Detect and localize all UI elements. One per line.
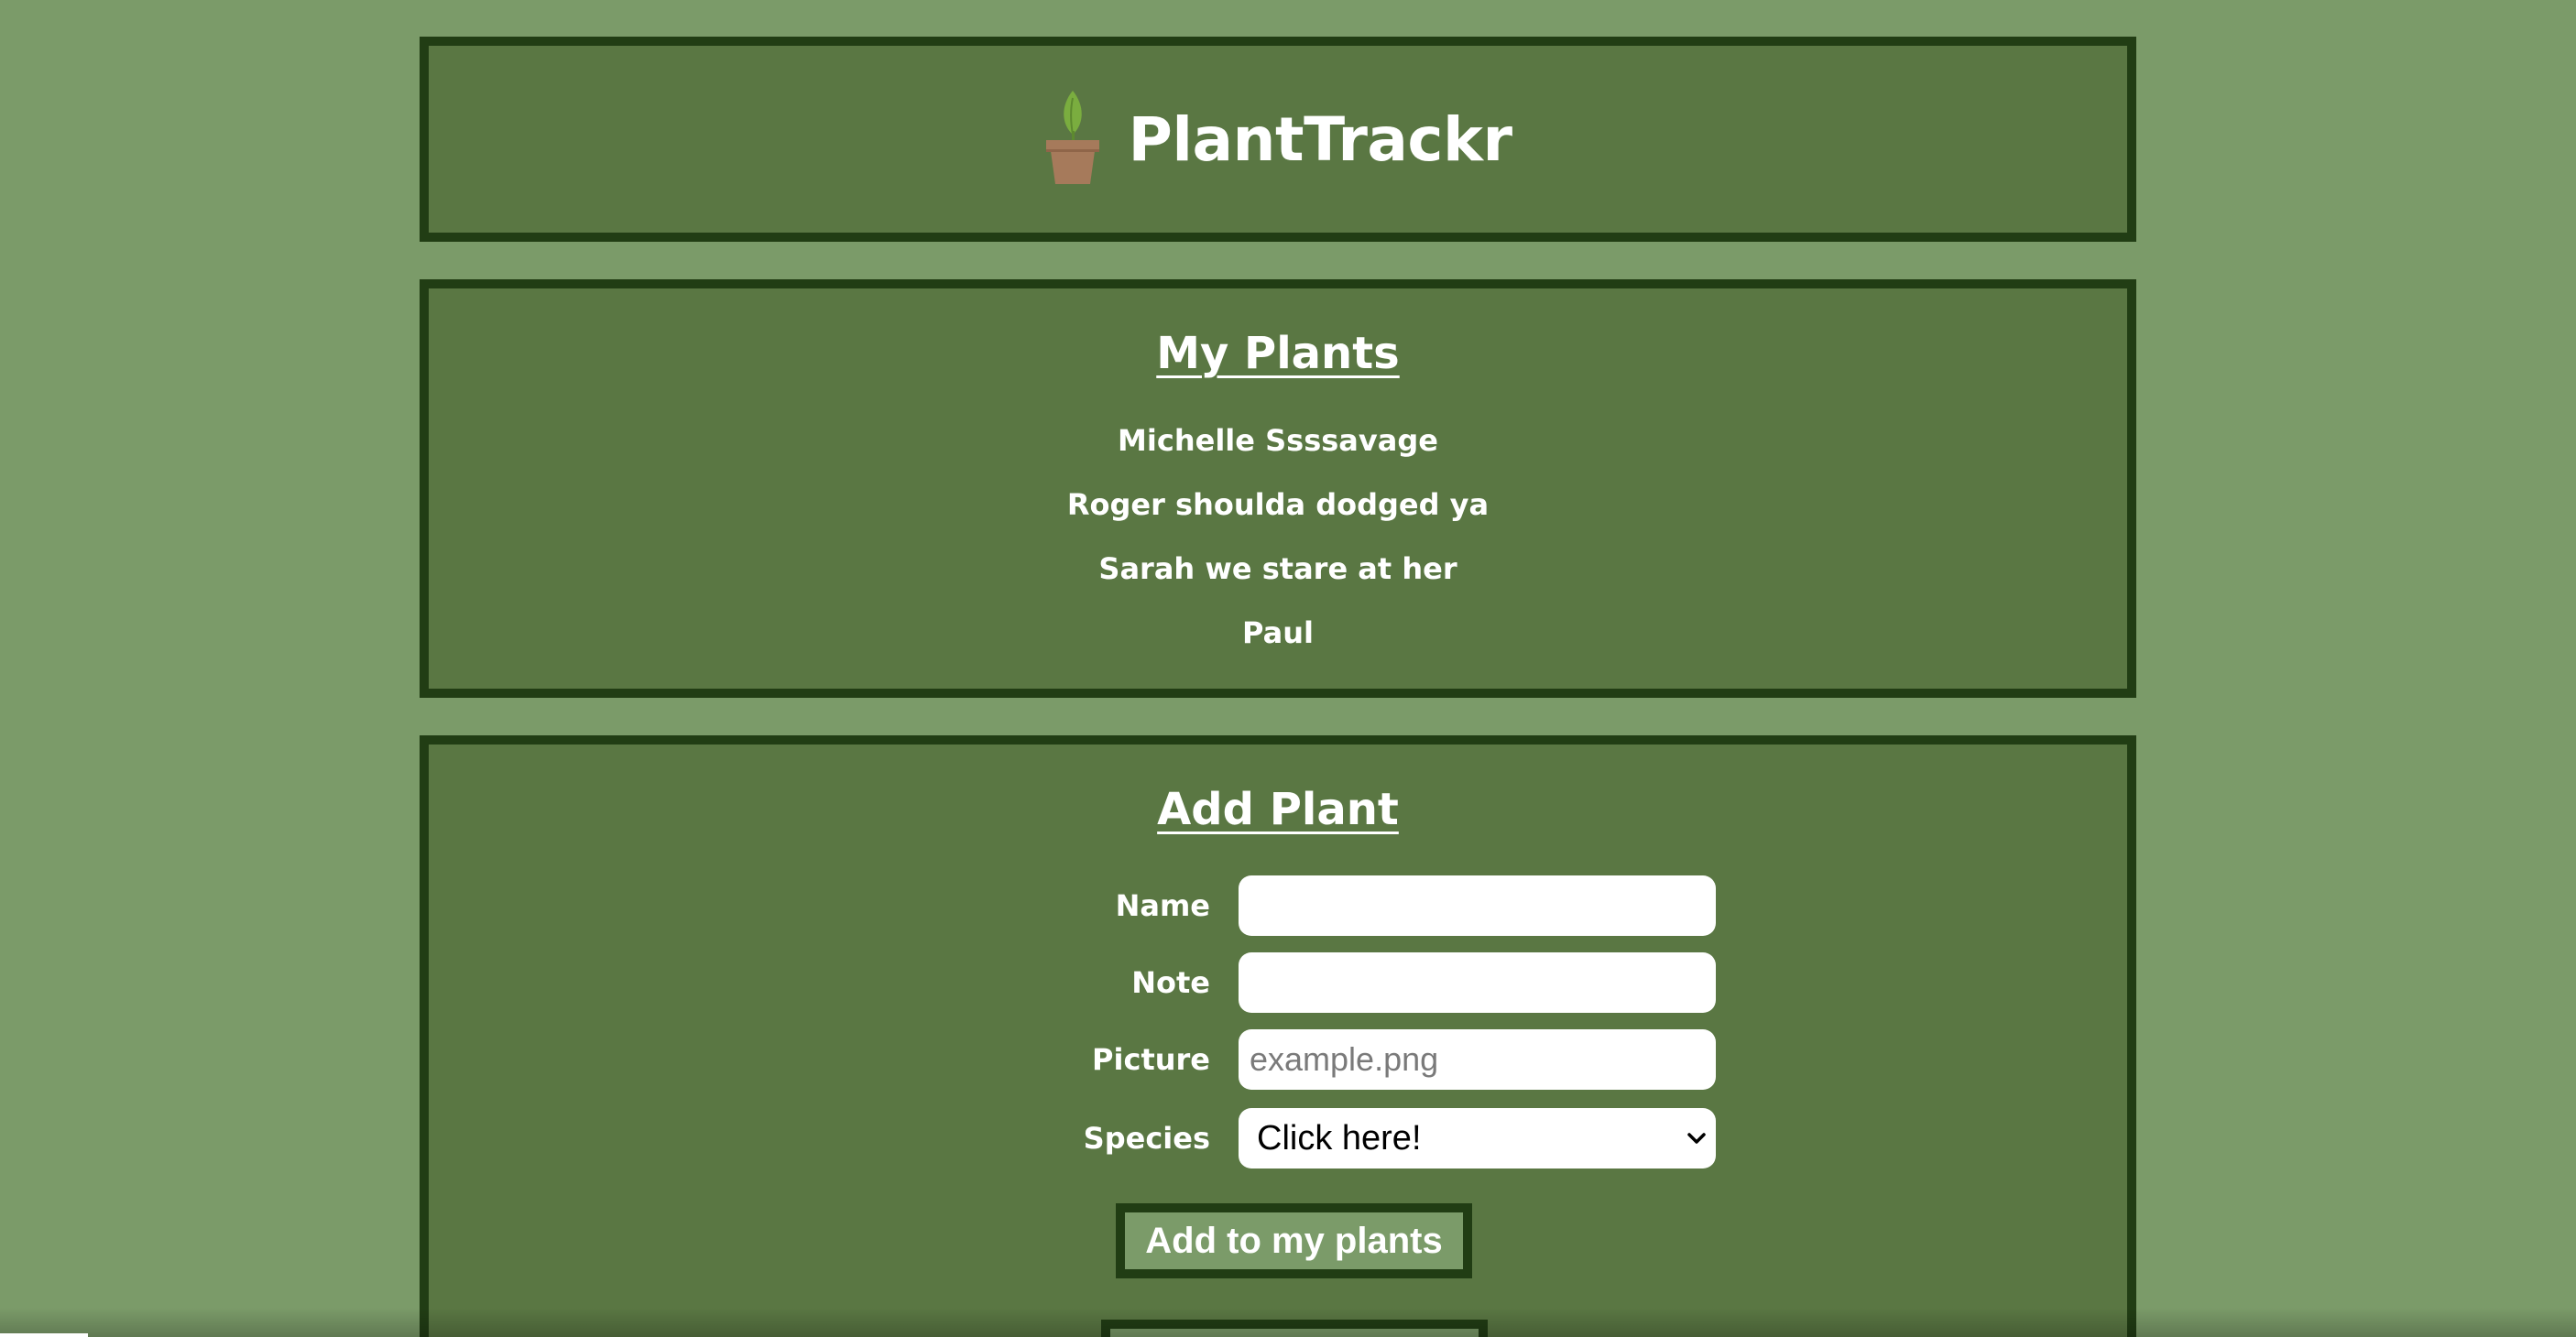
add-plant-heading: Add Plant bbox=[1157, 784, 1399, 835]
species-label: Species bbox=[1083, 1121, 1210, 1156]
my-plants-panel: My Plants Michelle Ssssavage Roger shoul… bbox=[420, 279, 2136, 698]
chevron-down-icon bbox=[1687, 1133, 1706, 1144]
name-row: Name bbox=[429, 875, 2127, 936]
plant-list-item[interactable]: Roger shoulda dodged ya bbox=[429, 486, 2127, 550]
window-corner-mark bbox=[0, 1333, 88, 1337]
add-to-my-plants-button[interactable]: Add to my plants bbox=[1116, 1203, 1472, 1278]
my-plants-heading: My Plants bbox=[1156, 328, 1400, 379]
name-label: Name bbox=[1115, 888, 1210, 923]
add-new-species-button[interactable]: Add a new species bbox=[1101, 1320, 1488, 1337]
picture-field[interactable] bbox=[1239, 1029, 1716, 1090]
plant-list-item[interactable]: Sarah we stare at her bbox=[429, 550, 2127, 614]
app-title: PlantTrackr bbox=[1128, 103, 1513, 175]
brand: PlantTrackr bbox=[429, 46, 2127, 233]
picture-row: Picture bbox=[429, 1029, 2127, 1090]
plant-trackr-page: PlantTrackr My Plants Michelle Ssssavage… bbox=[0, 0, 2576, 1337]
plant-list-item[interactable]: Michelle Ssssavage bbox=[429, 422, 2127, 486]
note-label: Note bbox=[1131, 965, 1210, 1000]
name-field[interactable] bbox=[1239, 875, 1716, 936]
species-select-value: Click here! bbox=[1257, 1118, 1422, 1158]
note-field[interactable] bbox=[1239, 952, 1716, 1013]
add-plant-panel: Add Plant Name Note Picture Species Clic… bbox=[420, 735, 2136, 1337]
note-row: Note bbox=[429, 952, 2127, 1013]
species-row: Species Click here! bbox=[429, 1108, 2127, 1169]
plant-list-item[interactable]: Paul bbox=[429, 614, 2127, 679]
plant-pot-icon bbox=[1045, 91, 1099, 184]
species-select[interactable]: Click here! bbox=[1239, 1108, 1716, 1169]
app-header: PlantTrackr bbox=[420, 37, 2136, 242]
plant-list: Michelle Ssssavage Roger shoulda dodged … bbox=[429, 422, 2127, 679]
picture-label: Picture bbox=[1092, 1042, 1210, 1077]
